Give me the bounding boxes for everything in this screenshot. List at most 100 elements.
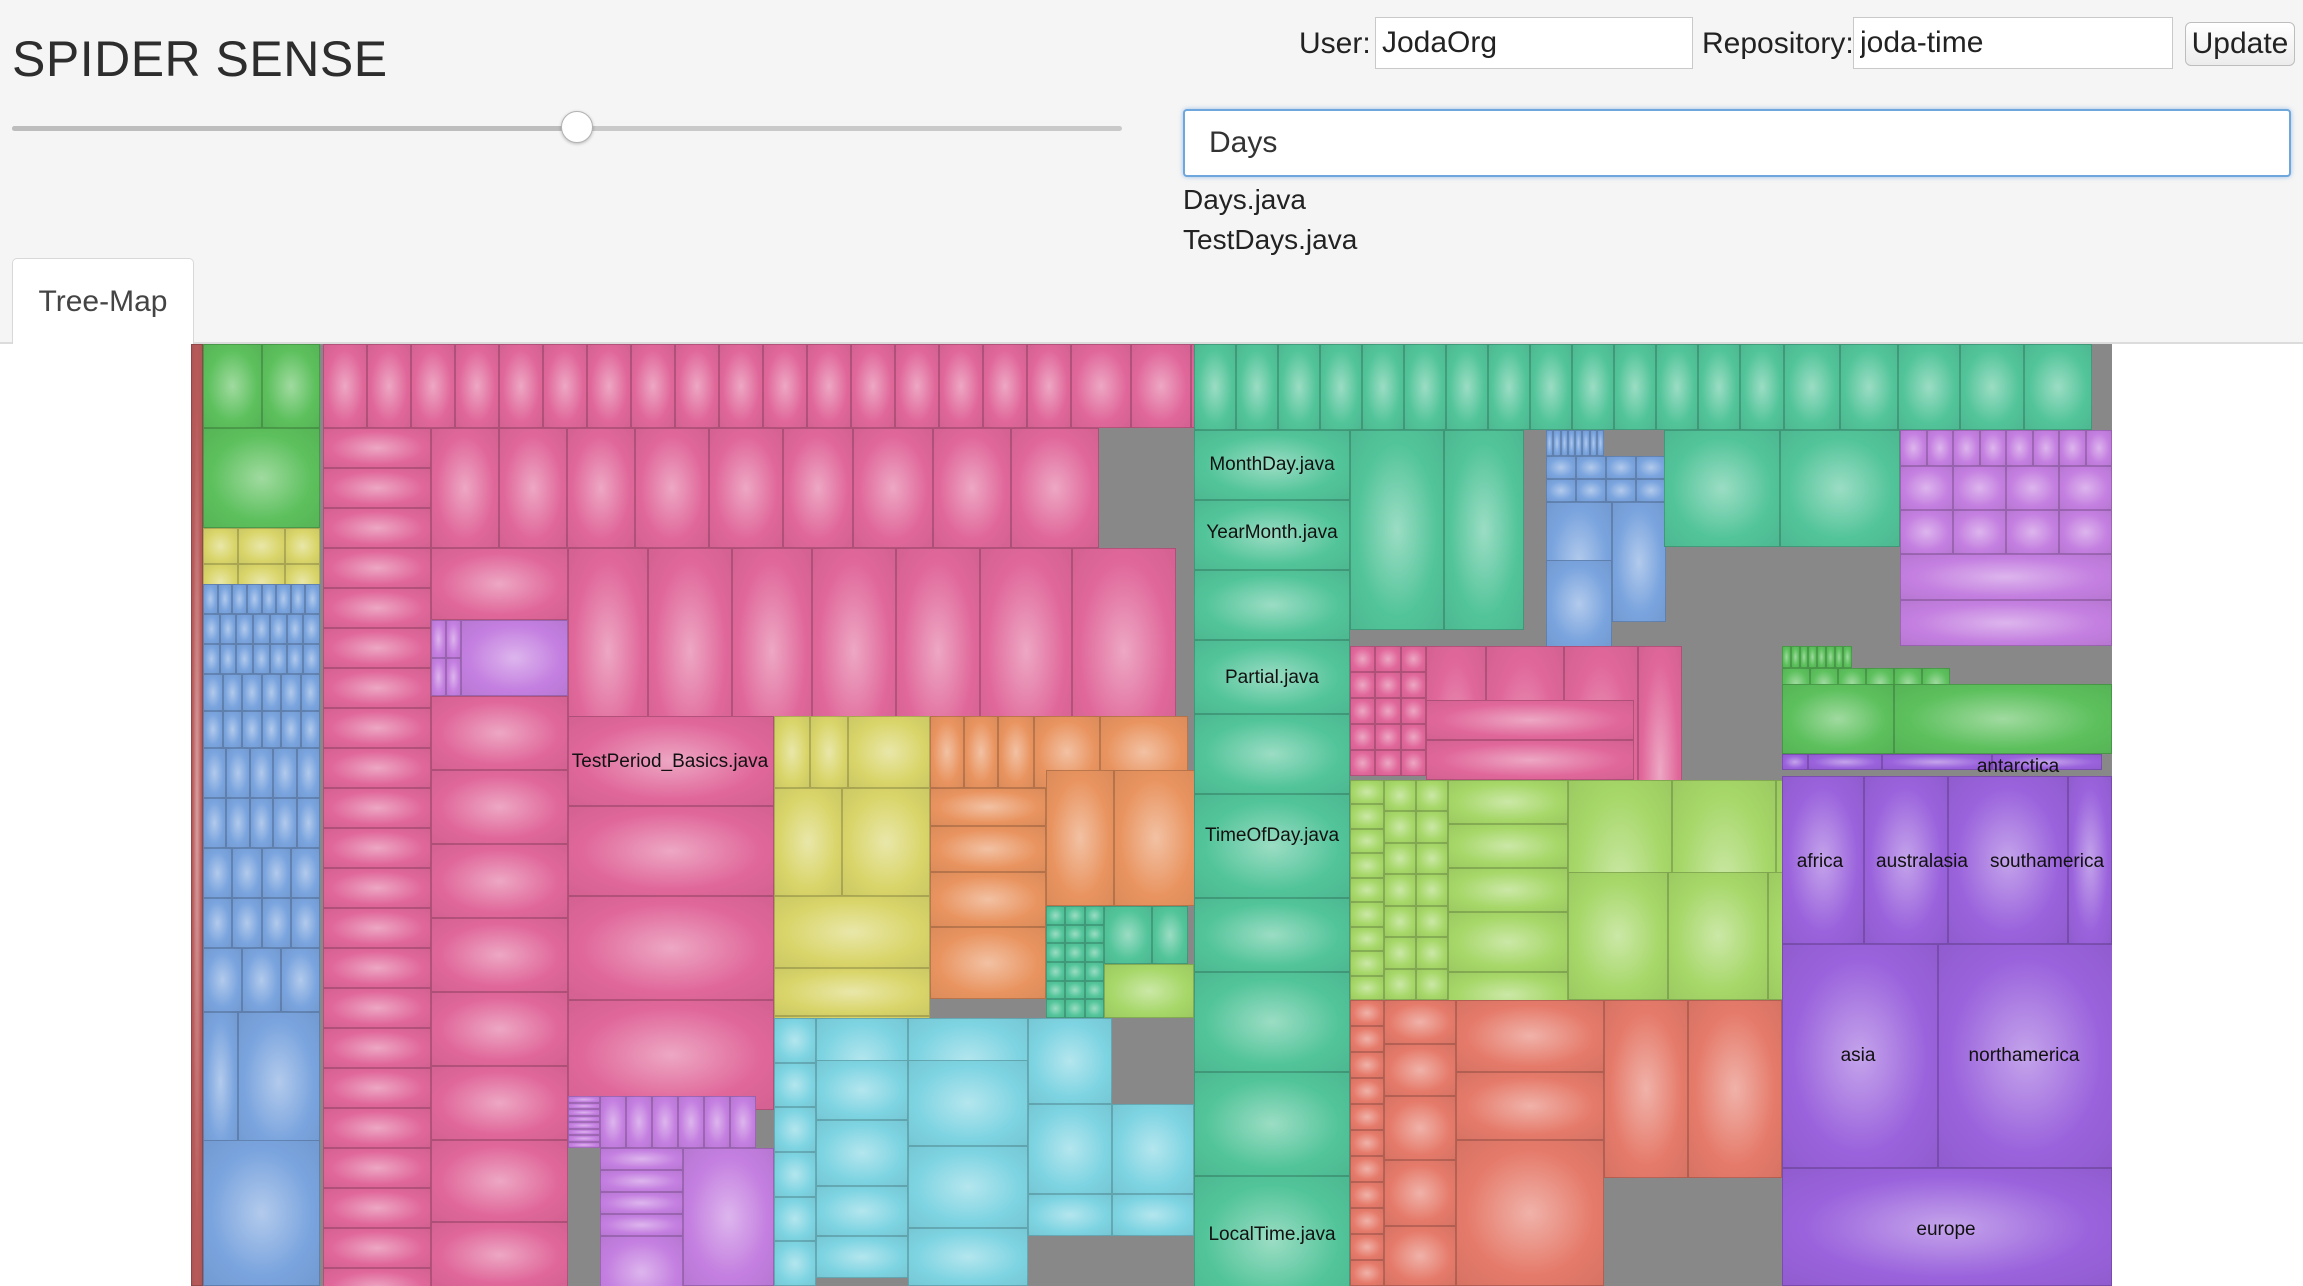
treemap-cell[interactable]: [323, 668, 431, 708]
treemap-cell[interactable]: [1194, 430, 1350, 500]
treemap-cell[interactable]: [1384, 780, 1416, 812]
treemap-cell[interactable]: [774, 788, 842, 896]
treemap-cell[interactable]: [709, 428, 783, 548]
treemap-cell[interactable]: [1668, 872, 1768, 1000]
treemap-cell[interactable]: [300, 711, 320, 748]
treemap-cell[interactable]: [908, 1146, 1028, 1228]
treemap-cell[interactable]: [269, 644, 287, 674]
treemap-cell[interactable]: [431, 1222, 568, 1286]
treemap-cell[interactable]: [1784, 344, 1840, 430]
treemap-cell[interactable]: [1960, 344, 2024, 430]
treemap-cell[interactable]: [431, 548, 568, 620]
treemap-cell[interactable]: [1350, 724, 1376, 750]
treemap-cell[interactable]: [1350, 902, 1384, 927]
treemap-cell[interactable]: [323, 748, 431, 788]
treemap-cell[interactable]: [851, 344, 895, 428]
treemap-cell[interactable]: [631, 344, 675, 428]
treemap-cell[interactable]: [203, 674, 223, 711]
treemap-cell[interactable]: [1350, 1260, 1384, 1286]
treemap-cell[interactable]: [1882, 754, 1992, 770]
treemap-cell[interactable]: [323, 1108, 431, 1148]
treemap-cell[interactable]: [1782, 1168, 2112, 1286]
repository-input[interactable]: [1853, 17, 2173, 69]
treemap-cell[interactable]: [1084, 943, 1104, 962]
treemap-cell[interactable]: [1782, 684, 1894, 754]
treemap-cell[interactable]: [1546, 456, 1576, 479]
treemap-cell[interactable]: [930, 872, 1046, 927]
treemap-cell[interactable]: [998, 716, 1034, 788]
treemap-cell[interactable]: [1606, 456, 1636, 479]
treemap-cell[interactable]: [1046, 980, 1066, 1000]
treemap-cell[interactable]: [246, 584, 262, 614]
treemap-cell[interactable]: [1446, 344, 1488, 430]
treemap-cell[interactable]: [1840, 344, 1898, 430]
treemap-cell[interactable]: [1131, 344, 1191, 428]
treemap-cell[interactable]: [1350, 750, 1376, 776]
treemap-cell[interactable]: [323, 428, 431, 468]
treemap-cell[interactable]: [719, 344, 763, 428]
treemap-cell[interactable]: [1350, 1078, 1384, 1104]
search-result-item[interactable]: TestDays.java: [1183, 220, 1357, 260]
treemap-cell[interactable]: [774, 716, 810, 788]
treemap-cell[interactable]: [1416, 780, 1448, 812]
treemap-cell[interactable]: [652, 1096, 678, 1148]
treemap-cell[interactable]: [323, 828, 431, 868]
treemap-cell[interactable]: [1576, 456, 1606, 479]
treemap-cell[interactable]: [774, 1018, 816, 1063]
treemap-cell[interactable]: [431, 770, 568, 844]
treemap-cell[interactable]: [281, 674, 301, 711]
treemap-cell[interactable]: [1808, 754, 1882, 770]
treemap-cell[interactable]: [1028, 1194, 1112, 1236]
treemap-cell[interactable]: [1278, 344, 1320, 430]
treemap-cell[interactable]: [249, 798, 274, 848]
treemap-cell[interactable]: [499, 344, 543, 428]
treemap-cell[interactable]: [238, 528, 285, 564]
treemap-cell[interactable]: [238, 1012, 320, 1152]
treemap-cell[interactable]: [1350, 672, 1376, 698]
treemap-cell[interactable]: [323, 628, 431, 668]
treemap-cell[interactable]: [930, 788, 1046, 826]
treemap-cell[interactable]: [1953, 430, 1980, 466]
treemap-cell[interactable]: [431, 918, 568, 992]
treemap-cell[interactable]: [2006, 466, 2059, 510]
treemap-cell[interactable]: [774, 896, 930, 968]
treemap-cell[interactable]: [600, 1192, 683, 1214]
treemap-cell[interactable]: [203, 848, 233, 898]
treemap-cell[interactable]: [930, 826, 1046, 872]
treemap-cell[interactable]: [1104, 906, 1152, 964]
treemap-cell[interactable]: [431, 1066, 568, 1140]
treemap-cell[interactable]: [1782, 776, 1864, 944]
treemap-cell[interactable]: [1194, 972, 1350, 1072]
treemap-cell[interactable]: [1782, 944, 1938, 1168]
treemap-cell[interactable]: [1320, 344, 1362, 430]
treemap-cell[interactable]: [1926, 430, 1953, 466]
treemap-cell[interactable]: [675, 344, 719, 428]
treemap-cell[interactable]: [1065, 924, 1085, 944]
treemap-cell[interactable]: [543, 344, 587, 428]
treemap-cell[interactable]: [1350, 926, 1384, 952]
treemap-cell[interactable]: [678, 1096, 704, 1148]
treemap-cell[interactable]: [1350, 828, 1384, 854]
treemap-cell[interactable]: [431, 1140, 568, 1222]
treemap-cell[interactable]: [816, 1186, 908, 1236]
treemap-cell[interactable]: [323, 988, 431, 1028]
treemap-cell[interactable]: [1636, 479, 1666, 502]
treemap-cell[interactable]: [1416, 937, 1448, 969]
treemap-cell[interactable]: [1084, 999, 1104, 1018]
treemap-cell[interactable]: [1194, 1176, 1350, 1286]
treemap-cell[interactable]: [1350, 1156, 1384, 1182]
treemap-cell[interactable]: [446, 658, 461, 696]
treemap-cell[interactable]: [568, 1141, 600, 1148]
treemap-cell[interactable]: [290, 584, 306, 614]
treemap-cell[interactable]: [1567, 430, 1575, 456]
treemap-cell[interactable]: [1065, 999, 1085, 1018]
treemap-cell[interactable]: [261, 344, 320, 428]
treemap-cell[interactable]: [1589, 430, 1597, 456]
treemap-cell[interactable]: [1546, 560, 1612, 648]
treemap-cell[interactable]: [1194, 640, 1350, 714]
treemap-cell[interactable]: [1834, 646, 1844, 668]
treemap-cell[interactable]: [1350, 853, 1384, 878]
treemap-cell[interactable]: [1046, 924, 1066, 944]
search-input[interactable]: [1183, 109, 2291, 177]
treemap-cell[interactable]: [232, 848, 262, 898]
